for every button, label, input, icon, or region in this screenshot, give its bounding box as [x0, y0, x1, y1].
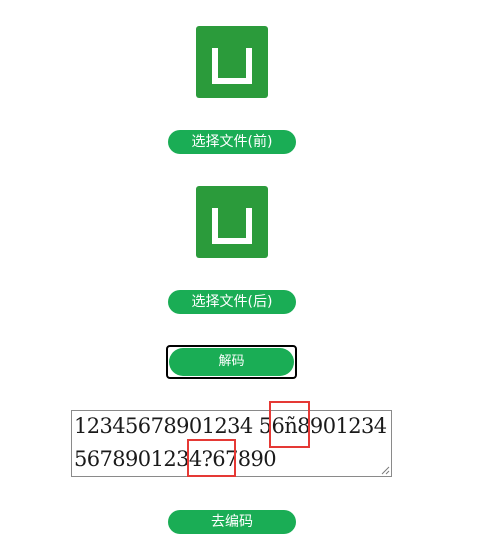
decoded-text-area[interactable]: 12345678901234 56ñ8901234 5678901234?678…: [71, 410, 392, 477]
encode-button[interactable]: 去编码: [168, 510, 296, 534]
resize-grip-icon[interactable]: [381, 466, 390, 475]
select-file-before-button[interactable]: 选择文件(前): [168, 130, 296, 154]
text-line-2: 5678901234?67890: [74, 447, 277, 471]
upload-tray-icon: [212, 208, 252, 244]
upload-tray-icon: [212, 48, 252, 84]
decode-button-focus-ring: 解码: [166, 345, 297, 379]
select-file-after-button[interactable]: 选择文件(后): [168, 290, 296, 314]
upload-icon-after: [196, 186, 268, 258]
decode-button[interactable]: 解码: [169, 348, 294, 376]
upload-icon-before: [196, 26, 268, 98]
text-line-1: 12345678901234 56ñ8901234: [74, 414, 387, 438]
